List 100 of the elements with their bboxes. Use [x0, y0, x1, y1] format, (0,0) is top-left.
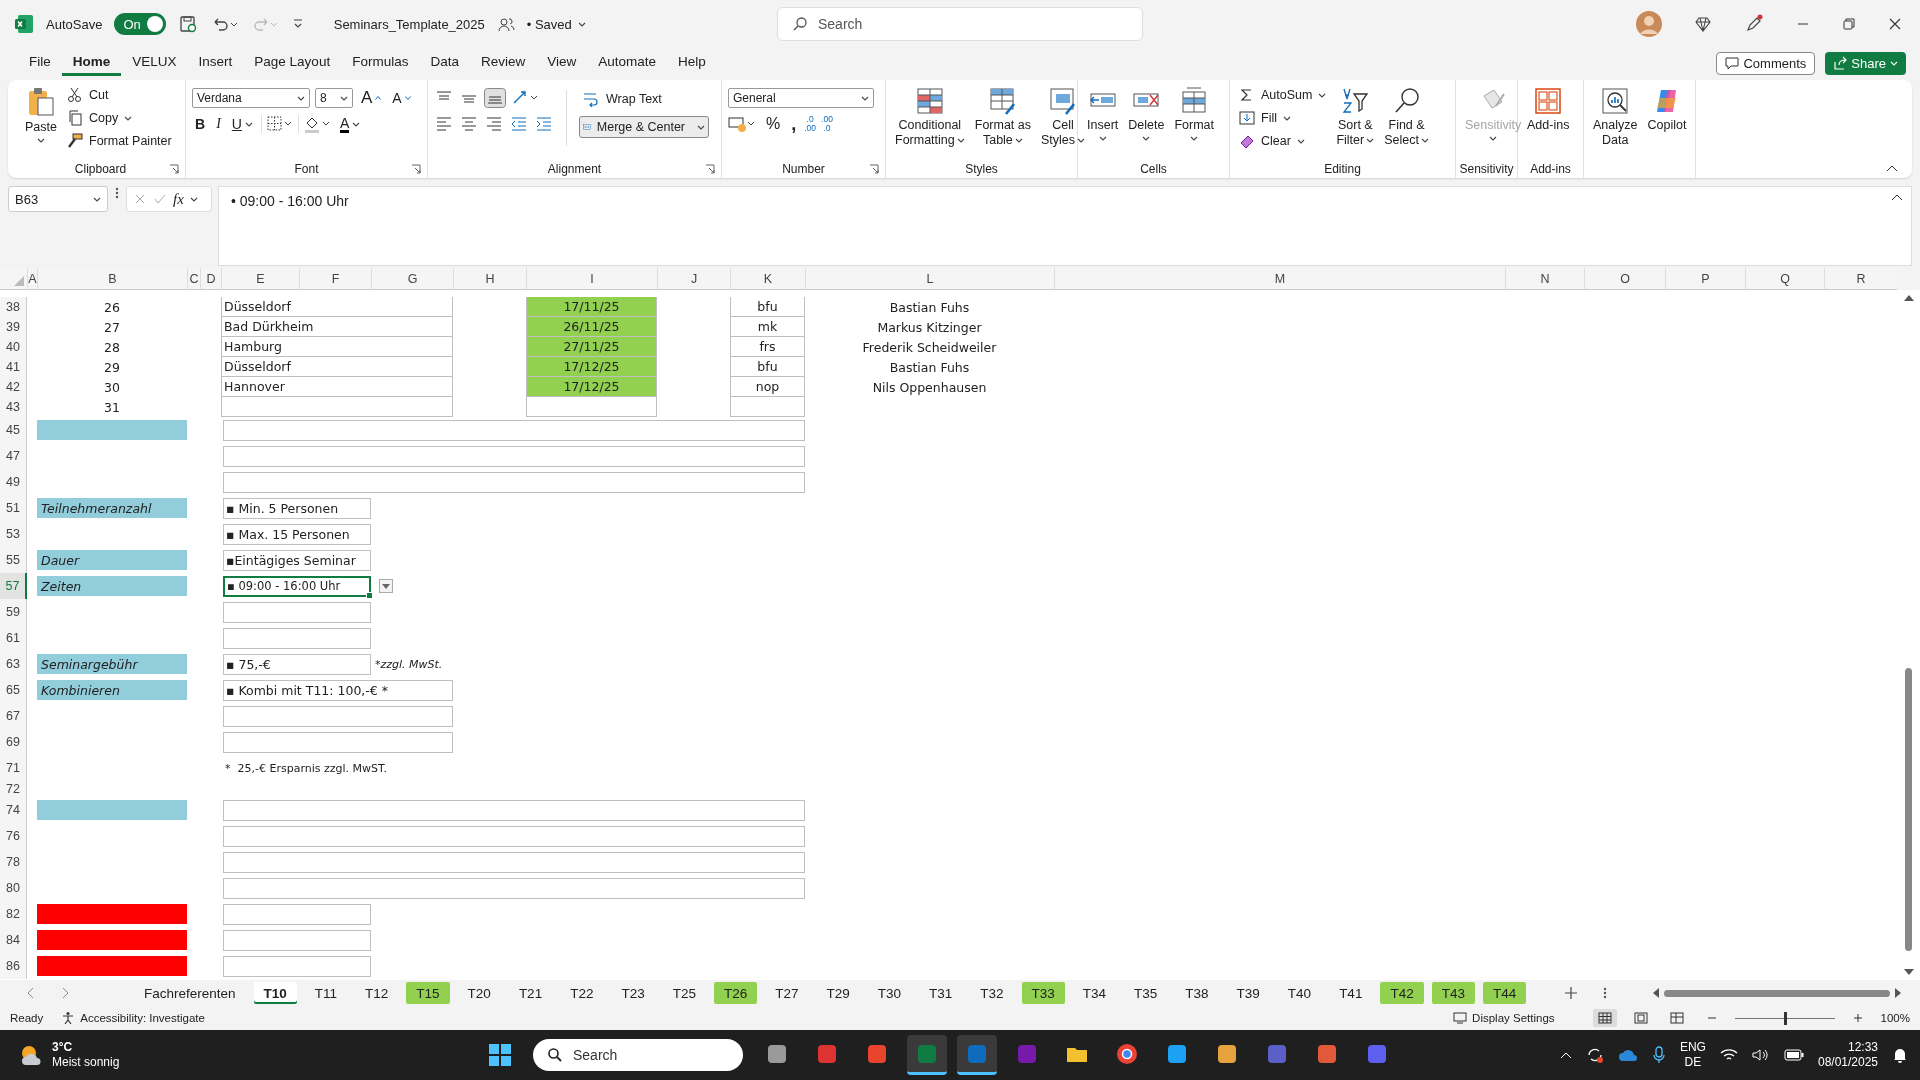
- next-sheet-icon[interactable]: [60, 987, 70, 999]
- name-box[interactable]: B63: [8, 186, 108, 212]
- row-header[interactable]: 67: [0, 703, 27, 729]
- collapse-ribbon-icon[interactable]: [1886, 164, 1898, 172]
- row-header[interactable]: 82: [0, 901, 27, 927]
- ribbon-tab[interactable]: Page Layout: [243, 50, 342, 76]
- percent-style-button[interactable]: %: [763, 114, 784, 134]
- display-settings-button[interactable]: Display Settings: [1453, 1011, 1555, 1025]
- save-icon[interactable]: [177, 14, 198, 34]
- comments-button[interactable]: Comments: [1716, 51, 1816, 75]
- font-size-field[interactable]: 8: [315, 88, 353, 108]
- ribbon-button[interactable]: Analyze Data: [1590, 84, 1641, 150]
- row-header[interactable]: 71: [0, 755, 27, 781]
- sheet-tab[interactable]: T22: [560, 982, 604, 1004]
- input-cell[interactable]: [223, 419, 805, 441]
- input-cell[interactable]: [223, 903, 371, 925]
- search-field[interactable]: Search: [777, 7, 1143, 41]
- ribbon-tab[interactable]: Automate: [587, 50, 668, 76]
- sheet-tab[interactable]: T44: [1482, 982, 1527, 1004]
- battery-icon[interactable]: [1783, 1049, 1804, 1061]
- view-button[interactable]: [1592, 1009, 1617, 1027]
- input-cell[interactable]: [223, 851, 805, 873]
- row-header[interactable]: 43: [0, 397, 27, 417]
- row-header[interactable]: 78: [0, 849, 27, 875]
- scroll-right-icon[interactable]: [1894, 988, 1903, 998]
- bell-icon[interactable]: [1892, 1047, 1908, 1063]
- speaker-icon[interactable]: [1751, 1048, 1770, 1062]
- number-format-field[interactable]: General: [728, 88, 874, 108]
- row-header[interactable]: 65: [0, 677, 27, 703]
- sheet-tab[interactable]: T26: [713, 982, 758, 1004]
- input-cell[interactable]: ▪ Min. 5 Personen: [223, 497, 371, 519]
- column-header[interactable]: G: [371, 268, 453, 289]
- row-header[interactable]: 53: [0, 521, 27, 547]
- more-options-icon[interactable]: [114, 186, 120, 200]
- input-cell[interactable]: [223, 471, 805, 493]
- column-header[interactable]: K: [730, 268, 805, 289]
- ribbon-tab[interactable]: VELUX: [121, 50, 188, 76]
- previous-sheet-icon[interactable]: [26, 987, 36, 999]
- column-header[interactable]: R: [1824, 268, 1897, 289]
- row-header[interactable]: 49: [0, 469, 27, 495]
- row-header[interactable]: 80: [0, 875, 27, 901]
- more-options-icon[interactable]: [1602, 986, 1609, 1000]
- shrink-font-button[interactable]: A: [389, 88, 414, 108]
- column-header[interactable]: H: [453, 268, 526, 289]
- row-header[interactable]: 72: [0, 781, 27, 797]
- language-indicator[interactable]: ENG DE: [1679, 1040, 1706, 1070]
- row-header[interactable]: 38: [0, 297, 27, 317]
- ribbon-tab[interactable]: Data: [419, 50, 470, 76]
- row-header[interactable]: 84: [0, 927, 27, 953]
- row-header[interactable]: 69: [0, 729, 27, 755]
- input-cell[interactable]: [223, 601, 371, 623]
- sheet-tab[interactable]: T33: [1021, 982, 1065, 1004]
- comma-style-button[interactable]: ,: [788, 114, 800, 134]
- sheet-tab[interactable]: T12: [355, 982, 399, 1004]
- diamond-icon[interactable]: [1694, 15, 1712, 33]
- sheet-tab[interactable]: T20: [457, 982, 501, 1004]
- ribbon-button[interactable]: Copilot: [1644, 84, 1690, 135]
- dialog-launcher-icon[interactable]: [169, 164, 179, 174]
- sheet-tab[interactable]: T42: [1380, 982, 1424, 1004]
- underline-button[interactable]: U: [228, 114, 256, 134]
- align-right-icon[interactable]: [484, 114, 504, 132]
- sheet-tab[interactable]: T23: [611, 982, 655, 1004]
- input-cell[interactable]: [223, 799, 805, 821]
- input-cell[interactable]: [223, 731, 453, 753]
- row-header[interactable]: 74: [0, 797, 27, 823]
- chevron-up-icon[interactable]: [1559, 1051, 1572, 1059]
- sheet-tab[interactable]: T27: [765, 982, 809, 1004]
- row-header[interactable]: 39: [0, 317, 27, 337]
- ribbon-button[interactable]: Copy: [64, 107, 175, 129]
- font-color-button[interactable]: A: [336, 114, 364, 134]
- sheet-tab[interactable]: T25: [662, 982, 706, 1004]
- sheet-tab[interactable]: T15: [406, 982, 450, 1004]
- wifi-icon[interactable]: [1719, 1048, 1738, 1062]
- microphone-icon[interactable]: [1651, 1046, 1666, 1064]
- taskbar-app-button[interactable]: [956, 1035, 997, 1075]
- sheet-tab[interactable]: T11: [304, 982, 348, 1004]
- dialog-launcher-icon[interactable]: [411, 164, 421, 174]
- ribbon-button[interactable]: Format Painter: [64, 130, 175, 152]
- scrollbar-thumb[interactable]: [1905, 667, 1912, 951]
- input-cell[interactable]: [223, 955, 371, 977]
- ribbon-button[interactable]: AutoSum: [1236, 84, 1330, 106]
- ribbon-tab[interactable]: Home: [61, 50, 122, 76]
- ribbon-button[interactable]: Find & Select: [1381, 84, 1432, 150]
- row-header[interactable]: 59: [0, 599, 27, 625]
- row-header[interactable]: 40: [0, 337, 27, 357]
- cloud-icon[interactable]: [1617, 1048, 1638, 1062]
- column-header[interactable]: O: [1584, 268, 1665, 289]
- input-cell[interactable]: ▪ 09:00 - 16:00 Uhr: [223, 575, 371, 597]
- ribbon-button[interactable]: Paste: [22, 84, 60, 147]
- row-header[interactable]: 57: [0, 573, 27, 599]
- row-header[interactable]: 61: [0, 625, 27, 651]
- input-cell[interactable]: [223, 627, 371, 649]
- input-cell[interactable]: [223, 877, 805, 899]
- sheet-tab[interactable]: T40: [1277, 982, 1322, 1004]
- collapse-formula-bar-icon[interactable]: [1891, 193, 1903, 201]
- ribbon-button[interactable]: Fill: [1236, 107, 1330, 129]
- ribbon-tab[interactable]: Formulas: [341, 50, 420, 76]
- column-header[interactable]: L: [805, 268, 1054, 289]
- input-cell[interactable]: [223, 705, 453, 727]
- zoom-in-icon[interactable]: [1852, 1013, 1863, 1023]
